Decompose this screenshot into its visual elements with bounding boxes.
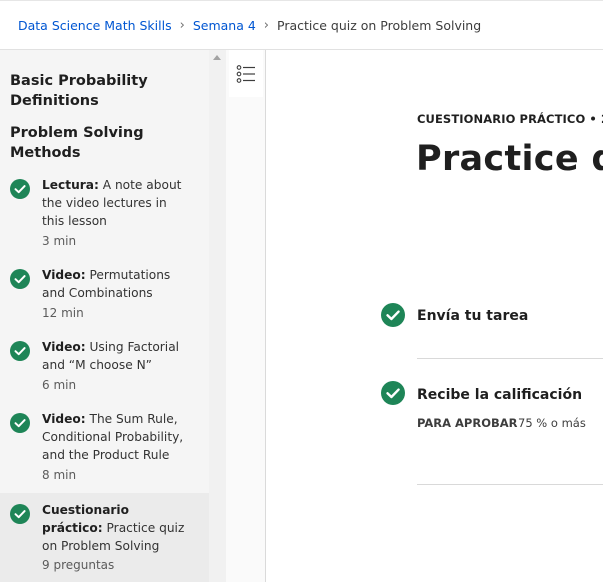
breadcrumb-course-link[interactable]: Data Science Math Skills <box>18 18 172 33</box>
course-sidebar: Basic Probability Definitions Problem So… <box>0 50 209 582</box>
item-type-label: Video: <box>42 340 86 354</box>
item-type-label: Video: <box>42 412 86 426</box>
sidebar-item-lectura-note[interactable]: Lectura: A note about the video lectures… <box>0 170 209 256</box>
sidebar-item-label: Video: Using Factorial and “M choose N” <box>42 338 192 374</box>
sidebar-item-label: Lectura: A note about the video lectures… <box>42 176 192 230</box>
item-duration: 6 min <box>42 378 77 392</box>
sidebar-item-practice-quiz[interactable]: Cuestionario práctico: Practice quiz on … <box>0 493 209 582</box>
check-circle-icon <box>10 413 30 433</box>
breadcrumb-current: Practice quiz on Problem Solving <box>277 17 482 33</box>
pass-threshold-value: 75 % o más <box>518 416 586 430</box>
breadcrumb-week-link[interactable]: Semana 4 <box>193 18 256 33</box>
sidebar-item-label: Video: The Sum Rule, Conditional Probabi… <box>42 410 192 464</box>
breadcrumb: Data Science Math Skills › Semana 4 › Pr… <box>0 0 603 50</box>
item-duration: 8 min <box>42 468 77 482</box>
check-circle-icon <box>10 341 30 361</box>
item-type-label: Lectura: <box>42 178 99 192</box>
check-circle-icon <box>10 179 30 199</box>
divider <box>417 484 603 485</box>
pass-threshold-label: PARA APROBAR <box>417 416 518 430</box>
item-question-count: 9 preguntas <box>42 558 115 572</box>
item-duration: 12 min <box>42 306 84 320</box>
main-content: CUESTIONARIO PRÁCTICO • 25 M Practice qu… <box>266 50 603 582</box>
step-grade-title: Recibe la calificación <box>417 387 583 403</box>
divider <box>417 358 603 359</box>
sidebar-item-video-factorial[interactable]: Video: Using Factorial and “M choose N” … <box>0 332 209 398</box>
section-title-problem-solving[interactable]: Problem Solving Methods <box>10 123 200 163</box>
check-circle-icon <box>381 303 405 327</box>
page-title: Practice qu <box>416 139 603 179</box>
check-circle-icon <box>381 381 405 405</box>
chevron-right-icon: › <box>263 17 269 33</box>
chevron-right-icon: › <box>179 17 185 33</box>
toc-strip <box>226 50 266 582</box>
scroll-up-arrow-icon[interactable] <box>213 55 221 60</box>
sidebar-scrollbar[interactable] <box>209 50 226 582</box>
step-submit-title: Envía tu tarea <box>417 308 529 324</box>
item-type-label: Video: <box>42 268 86 282</box>
sidebar-item-label: Video: Permutations and Combinations <box>42 266 192 302</box>
item-type-overline: CUESTIONARIO PRÁCTICO • 25 M <box>417 112 603 126</box>
sidebar-item-label: Cuestionario práctico: Practice quiz on … <box>42 501 192 555</box>
section-title-basic-probability[interactable]: Basic Probability Definitions <box>10 71 200 111</box>
sidebar-item-video-sum-rule[interactable]: Video: The Sum Rule, Conditional Probabi… <box>0 404 209 490</box>
check-circle-icon <box>10 269 30 289</box>
toc-toggle-button[interactable] <box>229 50 263 97</box>
sidebar-item-video-permutations[interactable]: Video: Permutations and Combinations 12 … <box>0 260 209 326</box>
item-duration: 3 min <box>42 234 77 248</box>
check-circle-icon <box>10 504 30 524</box>
list-icon <box>236 65 255 83</box>
